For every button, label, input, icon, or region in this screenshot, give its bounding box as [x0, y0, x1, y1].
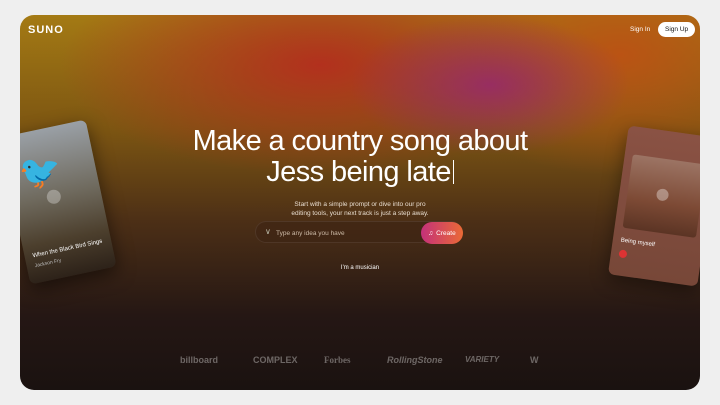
hero-section: Make a country song about Jess being lat…	[150, 126, 570, 218]
headline-line-2: Jess being late	[150, 157, 570, 188]
avatar	[618, 249, 628, 259]
landing-page: SUNO Sign In Sign Up 🐦 When the Black Bi…	[20, 15, 700, 390]
headline-line-1: Make a country song about	[192, 125, 528, 157]
headline: Make a country song about Jess being lat…	[150, 126, 570, 188]
song-title: Being myself	[620, 237, 656, 249]
press-logo-billboard: billboard	[180, 355, 218, 365]
sign-up-button[interactable]: Sign Up	[658, 22, 696, 37]
press-logo-forbes: Forbes	[324, 355, 351, 365]
create-button[interactable]: ♫ Create	[421, 222, 463, 244]
prompt-input[interactable]	[276, 226, 416, 240]
chevron-down-icon[interactable]: ∨	[265, 227, 271, 236]
song-title: When the Black Bird Sings	[32, 238, 103, 260]
hero-subtitle: Start with a simple prompt or dive into …	[291, 201, 429, 217]
play-icon[interactable]	[45, 188, 63, 206]
create-label: Create	[436, 229, 456, 237]
crow-artwork-icon: 🐦	[20, 148, 66, 195]
press-logo-complex: COMPLEX	[253, 355, 298, 365]
text-cursor	[452, 160, 454, 184]
featured-song-card-right[interactable]: Being myself	[607, 125, 700, 287]
featured-song-card-left[interactable]: 🐦 When the Black Bird Sings Jackson Fry	[20, 119, 117, 285]
suno-logo[interactable]: SUNO	[28, 24, 64, 36]
prompt-bar: ∨ ♫ Create	[255, 221, 463, 244]
top-bar: SUNO Sign In Sign Up	[20, 15, 700, 45]
press-logo-variety: VARIETY	[465, 355, 500, 364]
music-note-icon: ♫	[428, 229, 434, 237]
sign-in-link[interactable]: Sign In	[630, 26, 650, 33]
press-logos: billboard COMPLEX Forbes RollingStone VA…	[20, 355, 700, 371]
press-logo-rollingstone: RollingStone	[387, 355, 443, 365]
press-logo-partial-icon: W	[530, 355, 539, 365]
musician-link[interactable]: I'm a musician	[320, 265, 400, 271]
song-artist: Jackson Fry	[34, 257, 62, 270]
